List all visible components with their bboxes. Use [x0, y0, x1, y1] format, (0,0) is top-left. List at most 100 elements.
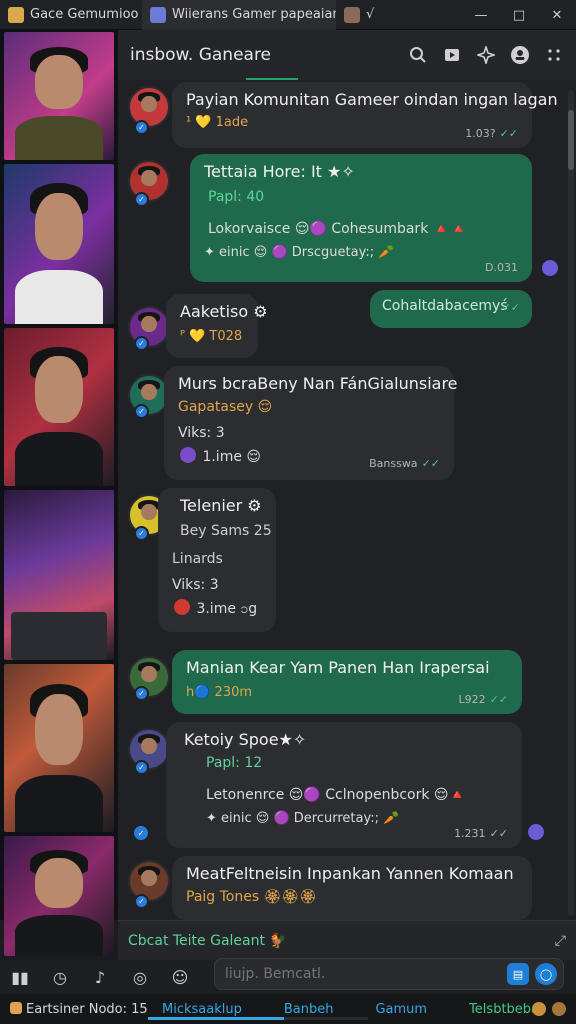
message-meta: Bansswa ✓✓: [369, 457, 440, 470]
message-line: ✦ einic 😌 🟣 Dercurretay:; 🥕: [206, 811, 400, 826]
verified-badge-icon: ✓: [134, 894, 149, 909]
message-line: Viks: 3: [172, 577, 219, 593]
message-title: Tettaia Hore: It ★✧: [204, 162, 355, 181]
message-line: Lokorvaisce 😌🟣 Cohesumbark 🔺🔺: [208, 221, 468, 237]
message-time: 1.231: [454, 827, 486, 840]
emoji-icon: [180, 447, 196, 463]
message-bubble[interactable]: Manian Kear Yam Panen Han Irapersai h🔵 2…: [172, 650, 522, 714]
message-bubble[interactable]: Telenier ⚙ Bey Sams 25 Linards Viks: 3 3…: [158, 488, 276, 632]
verified-badge-icon: ✓: [134, 120, 149, 135]
status-progress-bar: [148, 1017, 368, 1020]
chat-title: insbow. Ganeare: [130, 45, 272, 65]
message-line: Gapatasey 😌: [178, 399, 273, 415]
sparkle-icon[interactable]: [474, 43, 498, 67]
message-title: MeatFeltneisin Inpankan Yannen Komaan: [186, 864, 514, 883]
tab-label: Wiierans Gamer papeaiam: [172, 7, 336, 22]
status-tab[interactable]: Banbeh: [280, 1002, 338, 1017]
message-meta: D.031: [485, 261, 518, 274]
message-bubble[interactable]: Ketoiy Spoe★✧ Papl: 12 Letonenrce 😌🟣 Ccl…: [166, 722, 522, 848]
book-icon[interactable]: ▮▮: [0, 962, 40, 992]
status-tab[interactable]: Gamum: [371, 1002, 431, 1017]
message-input-box[interactable]: ▤ ◯: [214, 958, 564, 990]
message-time: Bansswa: [369, 457, 418, 470]
message-line-text: 1.ime 😌: [202, 449, 261, 465]
gamer-photo-strip: [0, 30, 118, 956]
gamer-photo[interactable]: [4, 164, 114, 324]
reaction-icon[interactable]: [528, 824, 544, 840]
browser-tab-2[interactable]: Wiierans Gamer papeaiam: [142, 0, 336, 30]
message-meta: 1.231 ✓✓: [454, 827, 508, 840]
status-text: Eartsiner Nodo: 15: [10, 1001, 150, 1017]
read-ticks-icon: ✓✓: [501, 301, 520, 314]
gamer-photo[interactable]: [4, 490, 114, 660]
browser-tab-3[interactable]: √: [336, 0, 384, 30]
message-input[interactable]: [225, 966, 507, 982]
message-title: Cohaltdabacemyś: [382, 298, 508, 314]
gamer-photo[interactable]: [4, 664, 114, 832]
message-time: D.031: [485, 261, 518, 274]
message-bubble[interactable]: Aaketiso ⚙ ᴾ 💛 T028: [166, 294, 268, 358]
verified-badge-icon: ✓: [134, 336, 149, 351]
message-line: Papl: 40: [208, 189, 265, 205]
reaction-icon[interactable]: [542, 260, 558, 276]
video-icon[interactable]: [440, 43, 464, 67]
gamer-photo[interactable]: [4, 32, 114, 160]
scrollbar-track[interactable]: [568, 90, 574, 916]
message-title: Murs bcraBeny Nan FánGialunsiare: [178, 374, 458, 393]
more-icon[interactable]: [542, 43, 566, 67]
message-line: 3.ime ၁g: [172, 599, 262, 620]
sticker-icon[interactable]: ☺: [160, 962, 200, 992]
gamepad-icon[interactable]: ◎: [120, 962, 160, 992]
message-meta: 1.03? ✓✓: [465, 127, 518, 140]
message-line-text: 3.ime ၁g: [196, 601, 258, 617]
tab-favicon-icon: [150, 6, 166, 23]
shape-icon[interactable]: ♪: [80, 962, 120, 992]
verified-badge-icon: ✓: [132, 824, 150, 842]
scrollbar-thumb[interactable]: [568, 110, 574, 170]
clock-icon[interactable]: ◷: [40, 962, 80, 992]
message-title: Aaketiso ⚙: [180, 302, 268, 321]
message-bubble[interactable]: Murs bcraBeny Nan FánGialunsiare Gapatas…: [164, 366, 458, 480]
message-title: Telenier ⚙: [180, 496, 262, 515]
send-icon[interactable]: ◯: [535, 963, 557, 985]
message-line: Viks: 3: [178, 425, 225, 441]
expand-icon[interactable]: ⤢: [555, 933, 566, 949]
message-bubble[interactable]: MeatFeltneisin Inpankan Yannen Komaan Pa…: [172, 856, 532, 920]
read-ticks-icon: ✓✓: [499, 127, 518, 140]
message-bubble[interactable]: Payian Komunitan Gameer oindan ingan lag…: [172, 82, 558, 148]
close-button[interactable]: ✕: [538, 0, 576, 30]
reply-suggestion-bar[interactable]: Cbcat Teite Galeant 🐓 ⤢: [118, 920, 576, 960]
avatar[interactable]: [128, 86, 170, 128]
message-bubble[interactable]: Tettaia Hore: It ★✧ Papl: 40 Lokorvaisce…: [190, 154, 532, 282]
avatar[interactable]: [128, 860, 170, 902]
verified-badge-icon: ✓: [134, 686, 149, 701]
maximize-button[interactable]: □: [500, 0, 538, 30]
message-bubble[interactable]: Cohaltdabacemyś ✓✓: [370, 290, 532, 328]
gamer-photo[interactable]: [4, 328, 114, 486]
message-line: Papl: 12: [206, 755, 263, 771]
status-progress-fill: [148, 1017, 285, 1020]
tab-favicon-icon: [8, 6, 24, 23]
gamer-photo[interactable]: [4, 836, 114, 956]
chat-header: insbow. Ganeare: [118, 30, 576, 80]
message-line: ᴾ 💛 T028: [180, 329, 243, 344]
message-list[interactable]: ✓ Payian Komunitan Gameer oindan ingan l…: [118, 80, 576, 920]
title-bar: Gace Gemumioo Wiierans Gamer papeaiam √ …: [0, 0, 576, 30]
message-meta: L922 ✓✓: [458, 693, 508, 706]
message-time: 1.03?: [465, 127, 496, 140]
read-ticks-icon: ✓✓: [421, 457, 440, 470]
account-icon[interactable]: [508, 43, 532, 67]
browser-tab-1[interactable]: Gace Gemumioo: [0, 0, 142, 30]
message-line: ✦ einic 😌 🟣 Drscguetay:; 🥕: [204, 245, 395, 260]
window-controls: — □ ✕: [462, 0, 576, 30]
attach-icon[interactable]: ▤: [507, 963, 529, 985]
message-title: Manian Kear Yam Panen Han Irapersai: [186, 658, 490, 677]
search-icon[interactable]: [406, 43, 430, 67]
tab-label: √: [366, 7, 375, 22]
read-ticks-icon: ✓✓: [489, 827, 508, 840]
minimize-button[interactable]: —: [462, 0, 500, 30]
message-line: Linards: [172, 551, 223, 567]
status-tab[interactable]: Micksaaklup: [158, 1002, 246, 1017]
tab-label: Gace Gemumioo: [30, 7, 139, 22]
verified-badge-icon: ✓: [134, 526, 149, 541]
